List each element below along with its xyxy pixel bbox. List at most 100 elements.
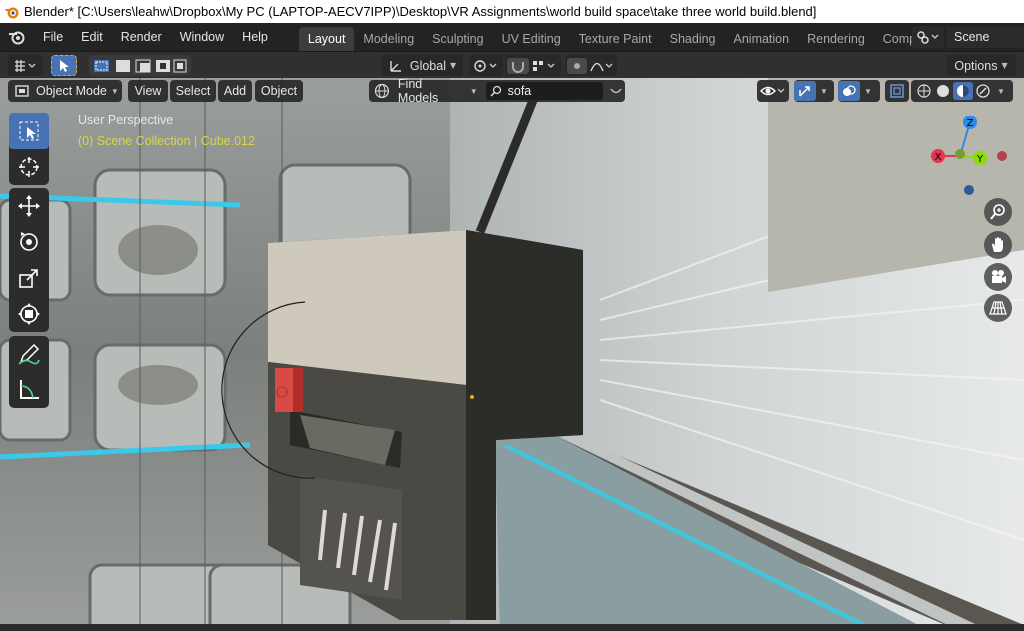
toolbar-annotate-group bbox=[9, 336, 49, 408]
tool-cursor[interactable] bbox=[9, 149, 49, 185]
tab-sculpting[interactable]: Sculpting bbox=[423, 27, 492, 51]
gizmo-neg-y-axis[interactable] bbox=[955, 149, 965, 159]
object-menu[interactable]: Object bbox=[255, 80, 303, 102]
chevron-down-icon: ▼ bbox=[110, 86, 119, 96]
find-models-bar: Find Models ▼ sofa bbox=[369, 77, 625, 105]
model-search-input[interactable]: sofa bbox=[485, 82, 604, 100]
chevron-down-icon: ▼ bbox=[469, 86, 478, 96]
xray-toggle-button[interactable] bbox=[885, 80, 909, 102]
status-bar bbox=[0, 624, 1024, 631]
tab-shading[interactable]: Shading bbox=[661, 27, 725, 51]
tool-select-box[interactable] bbox=[9, 113, 49, 149]
gizmo-z-label: Z bbox=[967, 118, 974, 129]
move-icon bbox=[18, 195, 40, 217]
object-mode-label: Object Mode bbox=[36, 84, 107, 98]
select-tool-button[interactable] bbox=[51, 55, 77, 76]
gizmo-toggle-button[interactable] bbox=[794, 81, 816, 101]
camera-icon bbox=[992, 270, 1006, 283]
scale-icon bbox=[19, 269, 38, 288]
select-menu[interactable]: Select bbox=[170, 80, 216, 102]
tool-scale[interactable] bbox=[9, 260, 49, 296]
grid-snap-icon bbox=[15, 59, 36, 72]
snapping-group[interactable] bbox=[505, 55, 561, 76]
camera-view-button[interactable] bbox=[984, 263, 1012, 291]
select-box-icon bbox=[19, 121, 39, 141]
navigation-gizmo[interactable]: Z X Y bbox=[926, 116, 1014, 196]
overlays-toggle-group[interactable]: ▼ bbox=[838, 80, 880, 102]
zoom-button[interactable] bbox=[984, 198, 1012, 226]
transform-orientation-dropdown[interactable]: Global ▼ bbox=[381, 55, 463, 76]
proportional-edit-icon bbox=[567, 57, 613, 74]
zoom-magnifier-icon bbox=[990, 204, 1005, 220]
gizmo-y-label: Y bbox=[976, 154, 984, 165]
menu-edit[interactable]: Edit bbox=[72, 26, 112, 48]
annotate-pencil-icon bbox=[18, 343, 40, 365]
options-dropdown[interactable]: Options ▼ bbox=[946, 55, 1016, 76]
tab-modeling[interactable]: Modeling bbox=[354, 27, 423, 51]
proportional-editing-group[interactable] bbox=[565, 55, 617, 76]
globe-icon bbox=[374, 83, 390, 99]
chevron-down-icon: ▼ bbox=[820, 86, 828, 96]
overlays-toggle-button[interactable] bbox=[838, 81, 860, 101]
material-preview-shading-button[interactable] bbox=[953, 82, 973, 100]
3d-cursor-icon bbox=[19, 157, 39, 177]
solid-shading-button[interactable] bbox=[933, 82, 953, 100]
window-titlebar: Blender* [C:\Users\leahw\Dropbox\My PC (… bbox=[0, 0, 1024, 23]
tab-texture-paint[interactable]: Texture Paint bbox=[570, 27, 661, 51]
blender-menu-icon[interactable] bbox=[0, 23, 34, 51]
menu-help[interactable]: Help bbox=[233, 26, 277, 48]
wireframe-shading-button[interactable] bbox=[915, 82, 933, 100]
hand-pan-icon bbox=[992, 237, 1003, 252]
model-search-value: sofa bbox=[507, 84, 532, 98]
pan-button[interactable] bbox=[984, 231, 1012, 259]
selection-mode-icons bbox=[94, 59, 187, 72]
blender-logo-icon bbox=[5, 7, 19, 18]
menu-render[interactable]: Render bbox=[112, 26, 171, 48]
viewport-perspective-label: User Perspective bbox=[78, 113, 174, 127]
wireframe-sphere-icon bbox=[917, 84, 931, 98]
orientation-icon bbox=[390, 60, 401, 72]
gizmo-toggle-group[interactable]: ▼ bbox=[794, 80, 834, 102]
tool-header: Global ▼ Options ▼ bbox=[0, 51, 1024, 78]
menu-file[interactable]: File bbox=[34, 26, 72, 48]
find-models-button[interactable]: Find Models bbox=[398, 77, 466, 105]
tool-annotate[interactable] bbox=[9, 336, 49, 372]
tab-rendering[interactable]: Rendering bbox=[798, 27, 874, 51]
object-mode-icon bbox=[15, 85, 29, 97]
toolbar-transform-group bbox=[9, 188, 49, 332]
pivot-point-dropdown[interactable] bbox=[469, 55, 503, 76]
tool-move[interactable] bbox=[9, 188, 49, 224]
gizmo-neg-z-axis[interactable] bbox=[964, 185, 974, 195]
search-clear-button[interactable] bbox=[607, 82, 625, 100]
window-title: Blender* [C:\Users\leahw\Dropbox\My PC (… bbox=[24, 4, 817, 19]
visibility-dropdown[interactable] bbox=[757, 80, 789, 102]
menu-window[interactable]: Window bbox=[171, 26, 233, 48]
rotate-icon bbox=[20, 232, 38, 251]
search-icon bbox=[490, 85, 501, 97]
add-menu[interactable]: Add bbox=[218, 80, 252, 102]
pivot-icon bbox=[474, 59, 497, 72]
clear-icon bbox=[610, 88, 622, 94]
viewport-collection-label: (0) Scene Collection | Cube.012 bbox=[78, 134, 255, 148]
transform-pivot-button[interactable] bbox=[8, 55, 42, 76]
tool-transform[interactable] bbox=[9, 296, 49, 332]
tab-uv-editing[interactable]: UV Editing bbox=[493, 27, 570, 51]
selection-mode-group bbox=[89, 55, 191, 76]
rendered-shading-button[interactable] bbox=[973, 82, 993, 100]
shading-mode-group: ▼ bbox=[911, 80, 1013, 102]
tab-layout[interactable]: Layout bbox=[298, 27, 355, 51]
view-menu[interactable]: View bbox=[128, 80, 168, 102]
tool-rotate[interactable] bbox=[9, 224, 49, 260]
orientation-label: Global bbox=[409, 58, 446, 73]
scene-selector[interactable]: Scene bbox=[912, 25, 1024, 49]
object-mode-dropdown[interactable]: Object Mode ▼ bbox=[8, 80, 122, 102]
tool-measure[interactable] bbox=[9, 372, 49, 408]
3d-viewport[interactable]: User Perspective (0) Scene Collection | … bbox=[0, 78, 1024, 631]
gizmo-neg-x-axis[interactable] bbox=[997, 151, 1007, 161]
overlays-icon bbox=[843, 85, 856, 96]
eye-icon bbox=[760, 86, 785, 96]
scene-name-field[interactable]: Scene bbox=[946, 26, 1024, 48]
tab-animation[interactable]: Animation bbox=[725, 27, 799, 51]
scene-browse-button[interactable] bbox=[912, 26, 944, 48]
perspective-toggle-button[interactable] bbox=[984, 294, 1012, 322]
